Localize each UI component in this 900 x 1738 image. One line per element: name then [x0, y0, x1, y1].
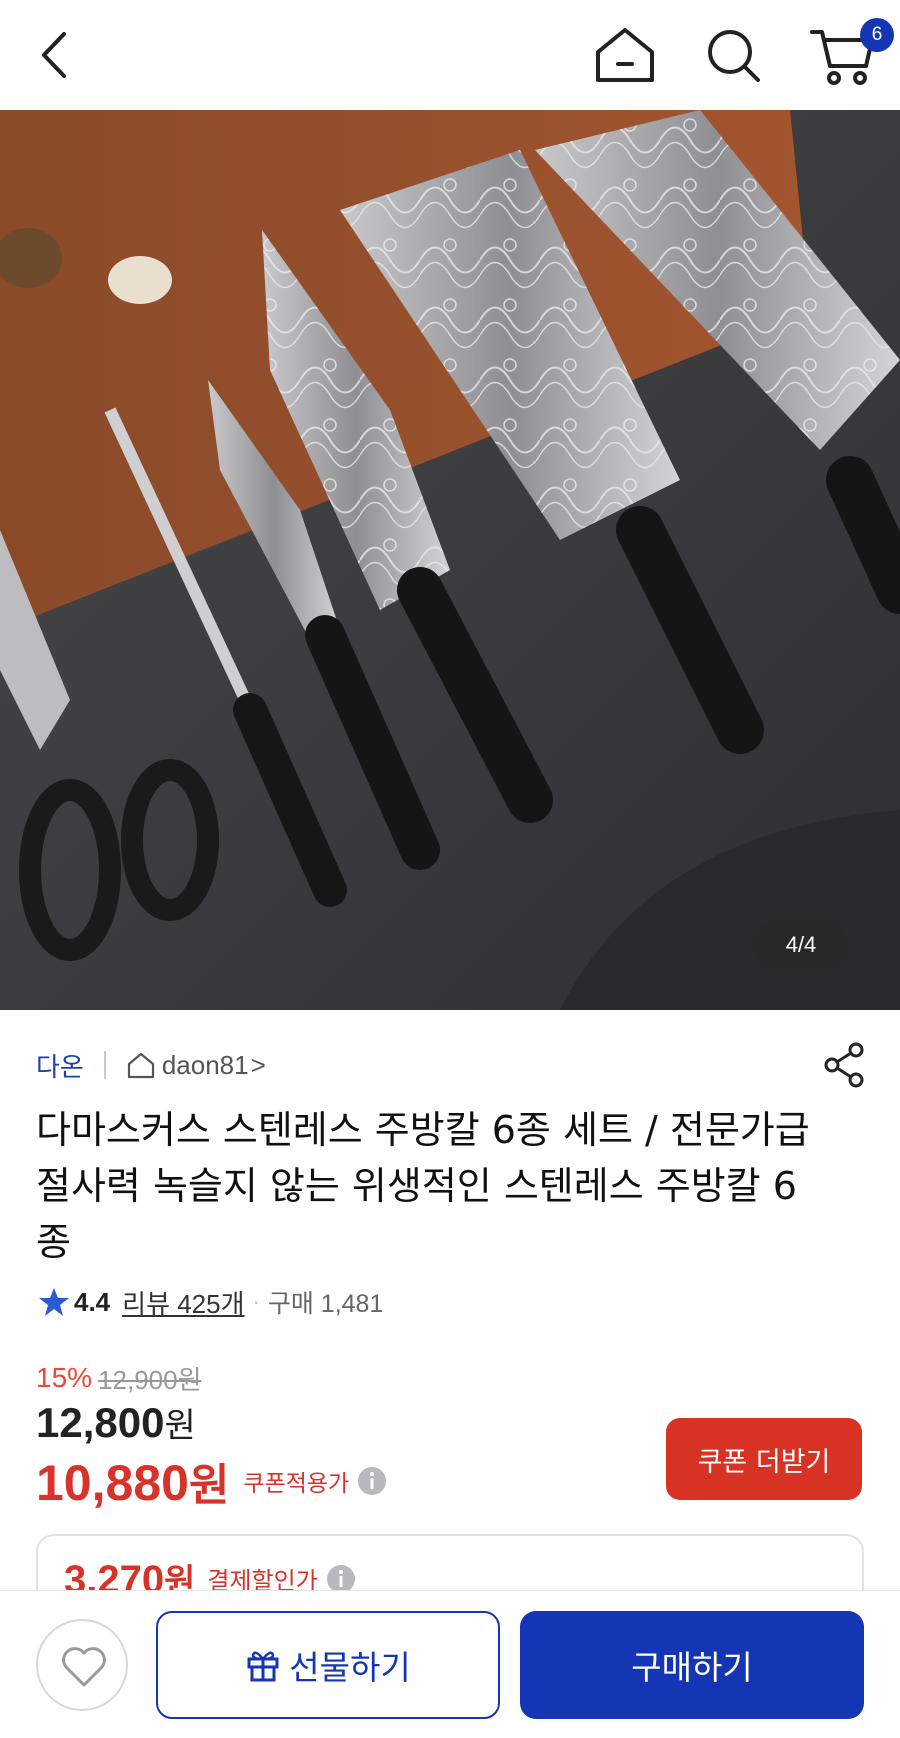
rating-value: 4.4 [74, 1286, 111, 1317]
coupon-price-row: 10,880원 쿠폰적용가 [36, 1448, 387, 1514]
top-bar: 6 [0, 0, 900, 110]
get-coupon-button[interactable]: 쿠폰 더받기 [666, 1418, 862, 1500]
gift-button-label: 선물하기 [289, 1648, 411, 1687]
discount-rate: 15% [36, 1362, 93, 1393]
original-price: 12,900원 [98, 1364, 202, 1395]
product-image-gallery[interactable]: 4/4 [0, 110, 900, 1010]
info-icon[interactable] [326, 1564, 356, 1594]
sale-price: 12,800원 [36, 1398, 196, 1447]
brand-link[interactable]: 다온 [36, 1047, 84, 1084]
heart-icon [62, 1647, 106, 1687]
star-icon [39, 1288, 69, 1316]
gift-button[interactable]: 선물하기 [156, 1611, 500, 1719]
share-icon [824, 1042, 864, 1088]
sale-price-number: 12,800 [36, 1399, 165, 1446]
coupon-price-number: 10,880 [36, 1455, 189, 1511]
product-title: 다마스커스 스텐레스 주방칼 6종 세트 / 전문가급 절사력 녹슬지 않는 위… [36, 1108, 810, 1264]
wishlist-button[interactable] [36, 1619, 128, 1711]
search-button[interactable] [700, 22, 766, 88]
store-home-icon [127, 1052, 154, 1079]
cart-count-badge: 6 [860, 18, 894, 52]
chevron-right-icon: > [250, 1049, 266, 1080]
seller-row: 다온 daon81 > [36, 1040, 266, 1090]
rating-row: 4.4 리뷰 425개 · 구매 1,481 [38, 1280, 383, 1324]
coupon-note: 쿠폰적용가 [243, 1470, 350, 1496]
coupon-price: 10,880원 [36, 1449, 229, 1513]
cart-button[interactable]: 6 [808, 18, 894, 88]
product-image [0, 110, 900, 1010]
coupon-price-unit: 원 [188, 1461, 230, 1510]
buy-button[interactable]: 구매하기 [520, 1611, 864, 1719]
separator-dot: · [252, 1289, 260, 1314]
purchase-count: 구매 1,481 [267, 1290, 384, 1318]
divider [103, 1051, 106, 1079]
store-link[interactable]: daon81 [162, 1050, 249, 1081]
chevron-left-icon [42, 32, 66, 78]
bottom-action-bar: 선물하기 구매하기 [0, 1590, 900, 1738]
image-counter: 4/4 [754, 920, 848, 970]
home-icon [596, 28, 654, 82]
discount-row: 15% 12,900원 [36, 1358, 202, 1398]
back-button[interactable] [30, 22, 90, 88]
info-icon[interactable] [357, 1466, 387, 1496]
search-icon [708, 30, 760, 82]
share-button[interactable] [820, 1040, 870, 1090]
home-button[interactable] [590, 22, 660, 88]
review-link[interactable]: 리뷰 425개 [122, 1284, 244, 1321]
gift-icon [247, 1651, 279, 1682]
sale-price-unit: 원 [164, 1407, 196, 1445]
